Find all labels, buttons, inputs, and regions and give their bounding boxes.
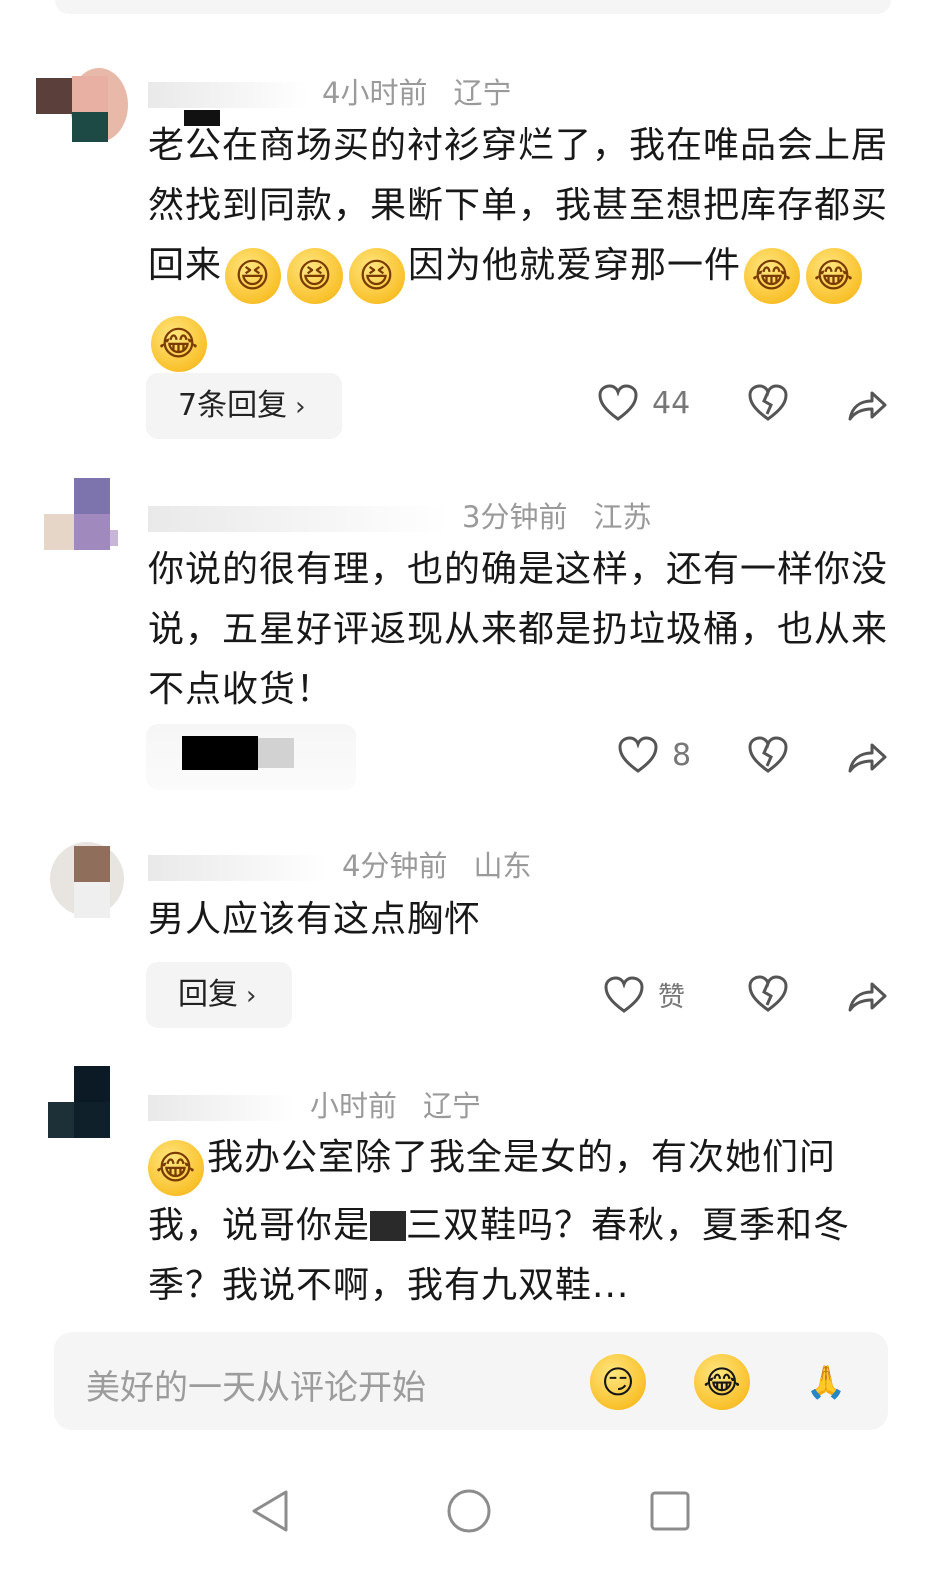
dislike-heart-icon [748,975,788,1012]
share-arrow-icon [848,743,887,772]
comment-text: 老公在商场买的衬衫穿烂了，我在唯品会上居然找到同款，果断下单，我甚至想把库存都买… [148,116,888,372]
reply-button[interactable]: 回复 › [146,962,293,1028]
username-blurred[interactable] [148,855,328,881]
tears-of-joy-icon: 😂 [806,248,863,304]
comment-text: 你说的很有理，也的确是这样，还有一样你没说，五星好评返现从来都是扔垃圾桶，也从来… [148,549,889,710]
view-replies-button[interactable]: 7条回复 › [146,373,342,439]
comment-location: 辽宁 [453,76,512,110]
like-count: 44 [652,385,691,421]
tears-of-joy-icon: 😂 [151,316,207,372]
grinning-face-icon: 😆 [225,248,282,304]
smirk-face-icon[interactable]: 😏 [590,1354,646,1410]
home-nav-icon[interactable] [446,1488,492,1534]
comment-input-placeholder[interactable]: 美好的一天从评论开始 [86,1360,426,1409]
comment-text-part: 因为他就爱穿那一件 [408,245,742,286]
previous-item-edge [55,0,891,14]
comment-meta: 4分钟前 山东 [148,843,531,885]
comment-location: 山东 [473,849,532,883]
comment-meta: 3分钟前 江苏 [148,494,651,536]
comment-time: 小时前 [310,1089,398,1123]
share-arrow-icon [848,982,887,1011]
comment-text: 男人应该有这点胸怀 [148,899,482,940]
heart-icon [618,736,658,773]
view-replies-button[interactable] [146,724,356,790]
comment-time: 4分钟前 [342,849,448,883]
share-arrow-icon [848,391,887,420]
dislike-heart-icon [748,736,788,773]
share-button[interactable] [846,738,888,775]
like-count: 8 [672,737,692,773]
dislike-button[interactable] [748,736,788,774]
avatar[interactable] [36,1066,128,1158]
dislike-heart-icon [748,384,788,421]
comment-input-bar[interactable]: 美好的一天从评论开始 😏 😂 🙏 [54,1332,888,1430]
dislike-button[interactable] [748,975,788,1013]
avatar[interactable] [36,68,128,160]
like-button[interactable]: 赞 [604,975,685,1014]
folded-hands-icon[interactable]: 🙏 [798,1354,854,1410]
heart-icon [598,384,638,421]
replies-label-redacted [258,738,294,768]
back-nav-icon[interactable] [248,1488,290,1534]
comment-text: 😂 我办公室除了我全是女的，有次她们问我，说哥你是 三双鞋吗？春秋，夏季和冬季？我说… [148,1128,888,1316]
like-button[interactable]: 44 [598,384,690,422]
dislike-button[interactable] [748,384,788,422]
text-redaction [370,1211,407,1241]
grinning-face-icon: 😆 [287,248,344,304]
comment-time: 3分钟前 [462,500,568,534]
tears-of-joy-icon[interactable]: 😂 [694,1354,750,1410]
heart-icon [604,975,644,1013]
comment-meta: 4小时前 辽宁 [148,70,511,112]
tears-of-joy-icon: 😂 [148,1140,204,1196]
avatar[interactable] [36,478,128,570]
grinning-face-icon: 😆 [349,248,406,304]
replies-label-redacted [182,736,258,770]
avatar[interactable] [36,842,128,934]
chevron-right-icon: › [295,392,306,422]
username-blurred[interactable] [148,82,308,108]
replies-label: 7条回复 [178,388,288,423]
like-button[interactable]: 8 [618,736,691,774]
chevron-right-icon: › [246,981,257,1011]
comment-time: 4小时前 [322,76,428,110]
recents-nav-icon[interactable] [648,1488,692,1534]
username-blurred[interactable] [148,1095,296,1121]
share-button[interactable] [846,386,888,423]
comment-meta: 小时前 辽宁 [148,1083,481,1125]
comment-location: 辽宁 [423,1089,482,1123]
comment-location: 江苏 [593,500,652,534]
username-blurred[interactable] [148,506,448,532]
share-button[interactable] [846,977,888,1014]
like-count: 赞 [658,982,685,1013]
tears-of-joy-icon: 😂 [744,248,801,304]
reply-label: 回复 [178,977,238,1012]
